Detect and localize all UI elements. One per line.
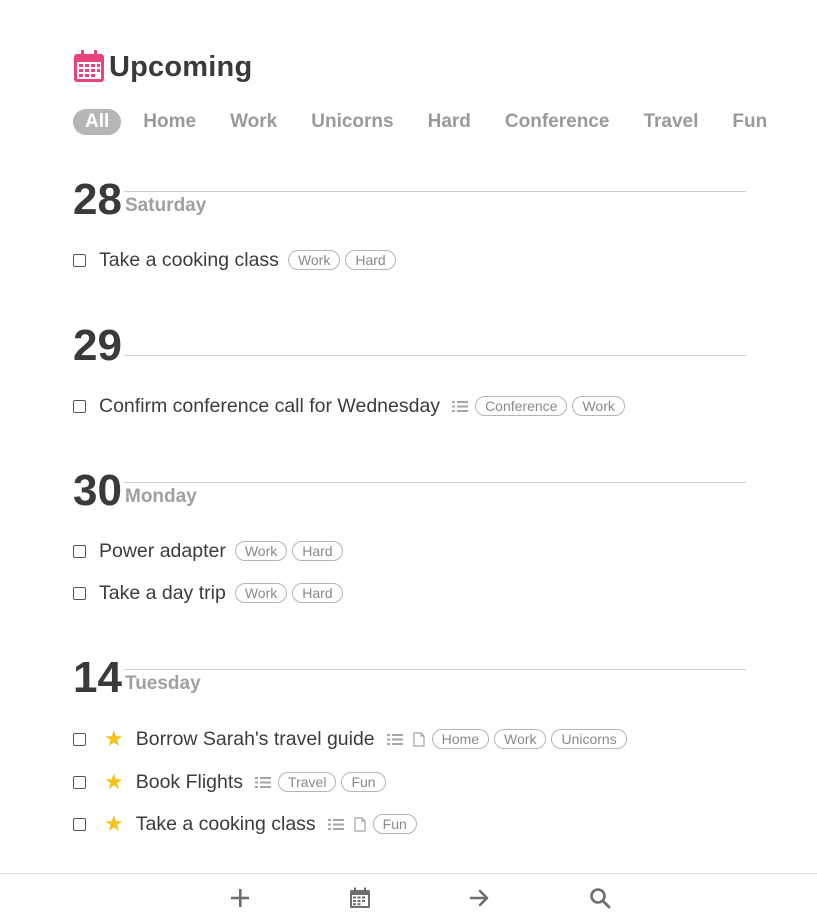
task-item[interactable]: ★ Take a cooking class Fun (73, 809, 422, 839)
task-checkbox[interactable] (73, 586, 86, 600)
list-icon (452, 400, 469, 412)
day-number: 28 (73, 175, 122, 224)
task-checkbox[interactable] (73, 732, 86, 746)
tab-travel[interactable]: Travel (643, 111, 698, 133)
tag-badge[interactable]: Home (431, 729, 490, 749)
tab-unicorns[interactable]: Unicorns (311, 111, 393, 133)
list-icon (386, 733, 403, 745)
day-section: 30 Monday Power adapter Work Hard Take a… (73, 465, 746, 615)
day-divider (124, 191, 746, 192)
task-title: Confirm conference call for Wednesday (99, 394, 441, 417)
list-icon (327, 818, 344, 830)
tab-home[interactable]: Home (143, 111, 196, 133)
tab-all[interactable]: All (73, 109, 122, 135)
tag-badge[interactable]: Conference (475, 396, 568, 416)
day-number: 29 (73, 321, 122, 370)
tag-badge[interactable]: Fun (341, 772, 386, 792)
day-number: 14 (73, 653, 122, 702)
tag-badge[interactable]: Work (234, 583, 288, 603)
day-section: 29 Confirm conference call for Wednesday… (73, 320, 746, 430)
tag-badge[interactable]: Hard (345, 250, 396, 270)
day-divider (124, 355, 746, 356)
tag-badge[interactable]: Fun (372, 814, 417, 834)
task-title: Take a cooking class (99, 248, 279, 271)
tag-badge[interactable]: Hard (292, 583, 343, 603)
day-section: 28 Saturday Take a cooking class Work Ha… (73, 174, 746, 284)
star-icon[interactable]: ★ (104, 728, 124, 750)
task-title: Power adapter (99, 539, 226, 562)
calendar-icon (74, 50, 104, 82)
tag-badge[interactable]: Work (287, 250, 341, 270)
task-checkbox[interactable] (73, 544, 86, 558)
tag-badge[interactable]: Work (572, 396, 625, 416)
tab-conference[interactable]: Conference (505, 111, 610, 133)
note-icon (413, 731, 425, 747)
task-item[interactable]: Take a cooking class Work Hard (73, 245, 401, 275)
task-item[interactable]: Power adapter Work Hard (73, 536, 348, 566)
task-checkbox[interactable] (73, 775, 86, 789)
task-title: Borrow Sarah's travel guide (135, 727, 375, 750)
plus-icon[interactable] (228, 886, 252, 910)
tag-badge[interactable]: Travel (278, 772, 337, 792)
task-checkbox[interactable] (73, 253, 86, 267)
task-item[interactable]: Take a day trip Work Hard (73, 578, 348, 608)
star-icon[interactable]: ★ (104, 771, 124, 793)
task-checkbox[interactable] (73, 399, 86, 413)
task-item[interactable]: Confirm conference call for Wednesday Co… (73, 391, 630, 421)
tag-badge[interactable]: Unicorns (551, 729, 627, 749)
day-name: Saturday (125, 195, 207, 216)
tab-work[interactable]: Work (230, 111, 277, 133)
day-number: 30 (73, 466, 122, 515)
task-item[interactable]: ★ Borrow Sarah's travel guide Home Work … (73, 724, 632, 754)
tab-hard[interactable]: Hard (428, 111, 471, 133)
day-name: Tuesday (125, 673, 201, 694)
star-icon[interactable]: ★ (104, 813, 124, 835)
tag-badge[interactable]: Work (494, 729, 547, 749)
task-title: Book Flights (135, 770, 244, 793)
day-section: 14 Tuesday ★ Borrow Sarah's travel guide… (73, 652, 746, 852)
page-header: Upcoming (73, 47, 252, 87)
arrow-right-icon[interactable] (468, 886, 492, 910)
note-icon (354, 816, 366, 832)
page-title: Upcoming (109, 50, 253, 83)
tag-badge[interactable]: Work (234, 541, 288, 561)
tab-fun[interactable]: Fun (732, 111, 767, 133)
day-name: Monday (125, 486, 197, 507)
search-icon[interactable] (588, 886, 612, 910)
task-item[interactable]: ★ Book Flights Travel Fun (73, 767, 391, 797)
list-icon (255, 776, 272, 788)
day-divider (124, 669, 746, 670)
task-checkbox[interactable] (73, 817, 86, 831)
bottom-toolbar (0, 873, 817, 922)
task-title: Take a day trip (99, 581, 226, 604)
tag-badge[interactable]: Hard (292, 541, 343, 561)
filter-tabs: All Home Work Unicorns Hard Conference T… (73, 108, 801, 136)
task-title: Take a cooking class (135, 812, 316, 835)
calendar-icon[interactable] (348, 886, 372, 910)
day-divider (124, 482, 746, 483)
